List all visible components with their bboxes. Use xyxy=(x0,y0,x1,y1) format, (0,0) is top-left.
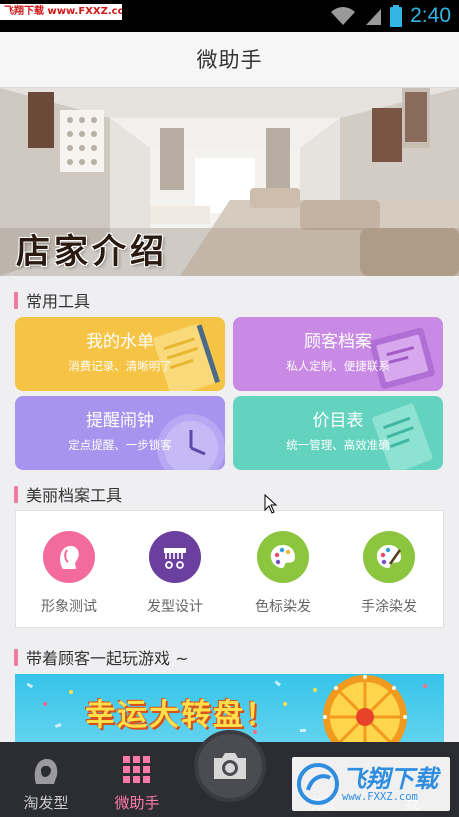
banner-caption: 店家介绍 xyxy=(16,232,168,272)
hair-silhouette-icon xyxy=(34,758,58,784)
status-time: 2:40 xyxy=(410,4,451,27)
image-test-button[interactable]: 形象测试 xyxy=(24,531,114,616)
grid-icon xyxy=(123,756,150,783)
customer-files-card[interactable]: 顾客档案 私人定制、便捷联系 xyxy=(233,317,443,391)
signal-icon xyxy=(366,9,382,25)
beauty-item-label: 色标染发 xyxy=(255,599,311,615)
hairstyle-design-button[interactable]: 发型设计 xyxy=(130,531,220,616)
camera-button[interactable] xyxy=(194,730,266,802)
game-section-title: 带着顾客一起玩游戏 ~ xyxy=(26,649,189,668)
card-title: 我的水单 xyxy=(86,332,154,352)
beauty-item-label: 发型设计 xyxy=(147,599,203,615)
card-subtitle: 私人定制、便捷联系 xyxy=(286,359,390,373)
hand-paint-dye-button[interactable]: 手涂染发 xyxy=(344,531,434,616)
watermark-top: 飞翔下载 www.FXXZ.com xyxy=(0,4,122,20)
nav-assistant[interactable]: 微助手 xyxy=(97,742,177,817)
lucky-wheel-icon xyxy=(323,675,407,744)
comb-scissors-icon xyxy=(149,531,201,583)
common-tools-header: 常用工具 xyxy=(14,289,90,311)
page-title: 微助手 xyxy=(196,48,263,72)
card-title: 提醒闹钟 xyxy=(86,411,154,431)
nav-label: 淘发型 xyxy=(23,794,69,812)
palette-brush-icon xyxy=(363,531,415,583)
nav-hairstyles[interactable]: 淘发型 xyxy=(6,742,86,817)
my-receipt-card[interactable]: 我的水单 消费记录、清晰明了 xyxy=(15,317,225,391)
beauty-item-label: 手涂染发 xyxy=(361,599,417,615)
beauty-tools-title: 美丽档案工具 xyxy=(26,486,123,505)
card-title: 顾客档案 xyxy=(304,332,372,352)
watermark-top-name: 飞翔下载 xyxy=(4,6,44,17)
color-chart-dye-button[interactable]: 色标染发 xyxy=(238,531,328,616)
camera-icon xyxy=(214,753,246,779)
game-section-header: 带着顾客一起玩游戏 ~ xyxy=(14,646,189,668)
watermark-logo-icon xyxy=(297,763,339,805)
shop-intro-banner[interactable]: 店家介绍 xyxy=(0,88,459,276)
watermark-bottom-url: www.FXXZ.com xyxy=(342,791,418,803)
beauty-tools-panel: 形象测试 发型设计 色标染发 手涂染发 xyxy=(15,510,444,628)
mouse-cursor-icon xyxy=(264,494,278,514)
common-tools-title: 常用工具 xyxy=(26,292,91,311)
watermark-bottom: 飞翔下载 www.FXXZ.com xyxy=(292,757,450,811)
beauty-tools-header: 美丽档案工具 xyxy=(14,483,122,505)
section-marker xyxy=(14,291,18,309)
beauty-item-label: 形象测试 xyxy=(41,599,97,615)
card-subtitle: 定点提醒、一步锁客 xyxy=(68,438,172,452)
wifi-icon xyxy=(331,7,356,25)
section-marker xyxy=(14,648,18,666)
watermark-bottom-title: 飞翔下载 xyxy=(342,765,438,793)
battery-icon xyxy=(390,5,403,27)
face-profile-icon xyxy=(43,531,95,583)
card-subtitle: 统一管理、高效准确 xyxy=(286,438,390,452)
card-subtitle: 消费记录、清晰明了 xyxy=(68,359,172,373)
reminder-alarm-card[interactable]: 提醒闹钟 定点提醒、一步锁客 xyxy=(15,396,225,470)
card-title: 价目表 xyxy=(312,411,364,431)
status-bar: 飞翔下载 www.FXXZ.com 2:40 xyxy=(0,0,459,32)
palette-icon xyxy=(257,531,309,583)
nav-label: 微助手 xyxy=(114,794,160,812)
price-list-card[interactable]: 价目表 统一管理、高效准确 xyxy=(233,396,443,470)
watermark-top-url: www.FXXZ.com xyxy=(47,6,122,17)
game-banner-text: 幸运大转盘！ xyxy=(85,698,277,733)
section-marker xyxy=(14,485,18,503)
app-header: 微助手 xyxy=(0,32,459,88)
